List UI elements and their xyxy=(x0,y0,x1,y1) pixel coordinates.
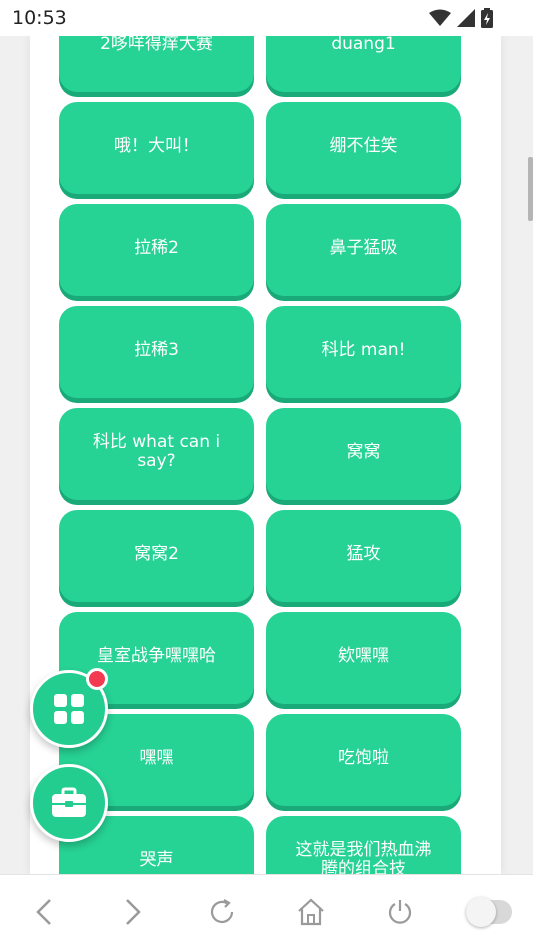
sound-button[interactable]: 猛攻 xyxy=(266,510,461,602)
status-icons xyxy=(429,8,493,28)
signal-icon xyxy=(457,9,475,27)
sound-button[interactable]: 吃饱啦 xyxy=(266,714,461,806)
grid-apps-icon xyxy=(54,694,84,724)
sound-button[interactable]: 窝窝 xyxy=(266,408,461,500)
sound-button[interactable]: 窝窝2 xyxy=(59,510,254,602)
home-button[interactable] xyxy=(286,887,336,937)
notification-dot xyxy=(86,668,108,690)
refresh-button[interactable] xyxy=(197,887,247,937)
sound-button[interactable]: 拉稀3 xyxy=(59,306,254,398)
status-bar: 10:53 xyxy=(0,0,533,36)
sound-button[interactable]: 这就是我们热血沸腾的组合技 xyxy=(266,816,461,874)
toggle-switch[interactable] xyxy=(464,887,514,937)
power-icon xyxy=(388,899,411,924)
toggle-track xyxy=(465,896,512,927)
battery-icon xyxy=(481,8,493,28)
back-icon xyxy=(36,898,52,925)
toggle-knob xyxy=(465,896,496,927)
wifi-icon xyxy=(429,9,451,26)
sound-button[interactable]: duang1 xyxy=(266,36,461,92)
sound-button[interactable]: 科比 man! xyxy=(266,306,461,398)
sound-button-grid: 2哆咩得痒大赛 duang1 哦！大叫！ 绷不住笑 拉稀2 鼻子猛吸 拉稀3 科… xyxy=(59,36,463,874)
sound-button[interactable]: 拉稀2 xyxy=(59,204,254,296)
sound-button[interactable]: 科比 what can i say? xyxy=(59,408,254,500)
power-button[interactable] xyxy=(375,887,425,937)
forward-button[interactable] xyxy=(108,887,158,937)
sound-button[interactable]: 绷不住笑 xyxy=(266,102,461,194)
sound-button[interactable]: 鼻子猛吸 xyxy=(266,204,461,296)
sound-board-card: 2哆咩得痒大赛 duang1 哦！大叫！ 绷不住笑 拉稀2 鼻子猛吸 拉稀3 科… xyxy=(30,36,501,874)
sound-button[interactable]: 欸嘿嘿 xyxy=(266,612,461,704)
sound-button[interactable]: 2哆咩得痒大赛 xyxy=(59,36,254,92)
home-icon xyxy=(298,898,324,925)
scrollbar-thumb[interactable] xyxy=(528,157,533,221)
toolbox-icon xyxy=(52,787,86,817)
browser-nav-bar xyxy=(0,874,533,948)
status-time: 10:53 xyxy=(12,7,67,29)
back-button[interactable] xyxy=(19,887,69,937)
toolbox-fab-button[interactable] xyxy=(30,764,108,842)
sound-button[interactable]: 哦！大叫！ xyxy=(59,102,254,194)
forward-icon xyxy=(126,898,142,925)
refresh-icon xyxy=(210,898,234,923)
